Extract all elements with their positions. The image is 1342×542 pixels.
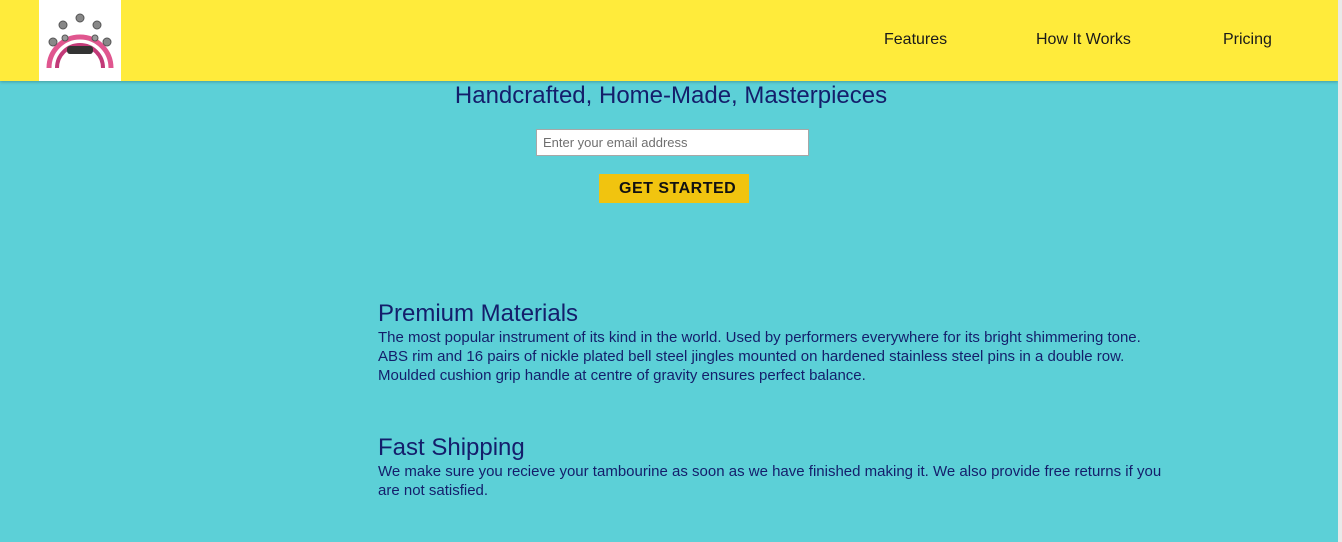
nav-link-features[interactable]: Features — [884, 31, 947, 49]
feature-title: Fast Shipping — [378, 434, 525, 461]
site-header: Features How It Works Pricing — [0, 0, 1338, 81]
feature-description: The most popular instrument of its kind … — [378, 329, 1141, 384]
feature-description: We make sure you recieve your tambourine… — [378, 463, 1162, 499]
hero-title: Handcrafted, Home-Made, Masterpieces — [454, 82, 888, 109]
feature-title: Premium Materials — [378, 300, 579, 327]
logo[interactable] — [39, 0, 121, 81]
nav-link-pricing[interactable]: Pricing — [1223, 31, 1272, 49]
get-started-button[interactable]: GET STARTED — [599, 174, 749, 203]
nav-link-how-it-works[interactable]: How It Works — [1036, 31, 1131, 49]
email-input[interactable] — [536, 129, 809, 156]
feature-fast-shipping: Fast Shipping We make sure you recieve y… — [378, 434, 1168, 500]
tambourine-icon — [46, 13, 114, 69]
feature-premium-materials: Premium Materials The most popular instr… — [378, 300, 1168, 385]
